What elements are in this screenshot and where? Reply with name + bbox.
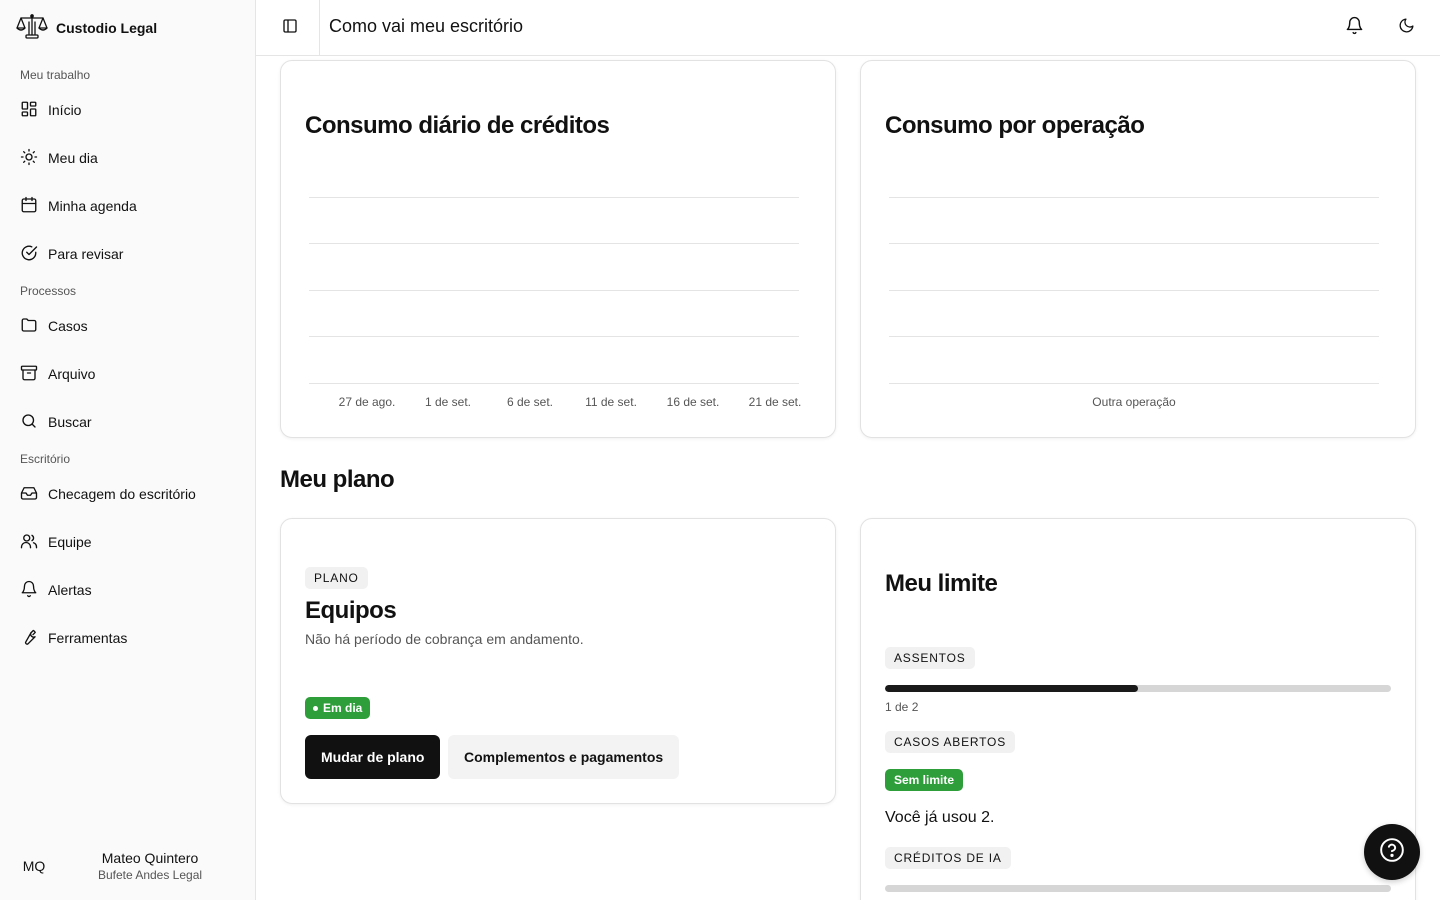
sidebar-item-casos[interactable]: Casos [12,308,244,344]
sidebar-item-label: Casos [48,318,88,334]
group-label-escritorio: Escritório [20,452,71,466]
sidebar-item-para-revisar[interactable]: Para revisar [12,236,244,272]
sidebar-item-label: Buscar [48,414,92,430]
search-icon [20,412,38,433]
check-circle-icon [20,244,38,265]
theme-toggle-button[interactable] [1392,14,1420,42]
bell-icon [1345,16,1364,40]
grid-line [889,243,1379,244]
sidebar-item-label: Para revisar [48,246,124,262]
calendar-icon [20,196,38,217]
panel-left-icon [282,18,298,39]
plan-description: Não há período de cobrança em andamento. [305,631,584,647]
sidebar-item-buscar[interactable]: Buscar [12,404,244,440]
folder-icon [20,316,38,337]
limits-card: Meu limite ASSENTOS 1 de 2 CASOS ABERTOS… [860,518,1416,900]
grid-line [309,243,799,244]
addons-payments-button[interactable]: Complementos e pagamentos [448,735,680,779]
operation-credits-card: Consumo por operação Outra operação [860,60,1416,438]
sidebar-item-minha-agenda[interactable]: Minha agenda [12,188,244,224]
plan-card: PLANO Equipos Não há período de cobrança… [280,518,836,804]
seats-count: 1 de 2 [885,700,919,714]
x-tick-label: 6 de set. [506,395,554,409]
status-dot-icon [313,705,318,711]
plan-section-title: Meu plano [280,466,395,493]
grid-line [889,290,1379,291]
change-plan-button[interactable]: Mudar de plano [305,735,441,779]
sidebar-item-label: Equipe [48,534,92,550]
grid-line [309,197,799,198]
x-axis-line [309,383,799,384]
seats-progress-bar [885,685,1391,692]
sidebar-item-label: Início [48,102,82,118]
help-circle-icon [1379,837,1405,868]
open-cases-used: Você já usou 2. [885,809,995,826]
ai-credits-tag: CRÉDITOS DE IA [885,847,1011,869]
daily-credits-title: Consumo diário de créditos [305,112,610,139]
grid-line [309,290,799,291]
sidebar-toggle-button[interactable] [276,14,304,42]
layout-grid-icon [20,100,38,121]
x-tick-label: 1 de set. [424,395,472,409]
sidebar-item-label: Checagem do escritório [48,486,196,502]
plan-tag: PLANO [305,567,368,589]
status-label: Em dia [323,701,363,715]
topbar: Como vai meu escritório [256,0,1440,56]
user-org: Bufete Andes Legal [97,868,203,882]
operation-credits-title: Consumo por operação [885,112,1145,139]
notifications-button[interactable] [1340,14,1368,42]
seats-tag: ASSENTOS [885,647,975,669]
grid-line [889,197,1379,198]
sidebar-item-meu-dia[interactable]: Meu dia [12,140,244,176]
group-label-meu-trabalho: Meu trabalho [20,68,91,82]
sidebar-item-label: Arquivo [48,366,96,382]
topbar-divider [319,0,320,56]
avatar: MQ [22,858,46,874]
limits-title: Meu limite [885,570,998,597]
archive-icon [20,364,38,385]
inbox-icon [20,484,38,505]
status-badge: Em dia [305,697,371,719]
grid-line [889,336,1379,337]
brand-name: Custodio Legal [56,20,158,36]
sidebar-item-checagem[interactable]: Checagem do escritório [12,476,244,512]
sidebar-item-ferramentas[interactable]: Ferramentas [12,620,244,656]
scales-logo-icon [16,13,48,44]
x-tick-label: 11 de set. [585,395,637,409]
user-name: Mateo Quintero [101,850,199,866]
plan-name: Equipos [305,597,397,624]
x-tick-label: 27 de ago. [338,395,396,409]
sidebar-item-label: Minha agenda [48,198,137,214]
x-tick-label: Outra operação [1092,395,1176,409]
grid-line [309,336,799,337]
seats-progress-fill [885,685,1138,692]
sidebar-item-equipe[interactable]: Equipe [12,524,244,560]
group-label-processos: Processos [20,284,77,298]
open-cases-tag: CASOS ABERTOS [885,731,1015,753]
user-menu[interactable]: MQ Mateo Quintero Bufete Andes Legal [12,840,244,892]
user-info: Mateo Quintero Bufete Andes Legal [56,850,244,882]
moon-icon [1398,17,1415,39]
sidebar-item-label: Ferramentas [48,630,128,646]
page-title: Como vai meu escritório [329,16,524,36]
sun-icon [20,148,38,169]
sidebar-item-alertas[interactable]: Alertas [12,572,244,608]
help-button[interactable] [1364,824,1420,880]
sidebar-item-arquivo[interactable]: Arquivo [12,356,244,392]
sidebar-item-label: Alertas [48,582,92,598]
sidebar-item-label: Meu dia [48,150,98,166]
ai-credits-progress-bar [885,885,1391,892]
bell-icon [20,580,38,601]
sidebar-item-inicio[interactable]: Início [12,92,244,128]
x-tick-label: 16 de set. [666,395,720,409]
x-axis-line [889,383,1379,384]
brand[interactable]: Custodio Legal [16,13,158,44]
unlimited-badge: Sem limite [885,769,964,791]
x-tick-label: 21 de set. [748,395,802,409]
wrench-icon [20,628,38,649]
users-icon [20,532,38,553]
daily-credits-card: Consumo diário de créditos 27 de ago. 1 … [280,60,836,438]
sidebar: Custodio Legal Meu trabalho Início Meu d… [0,0,256,900]
